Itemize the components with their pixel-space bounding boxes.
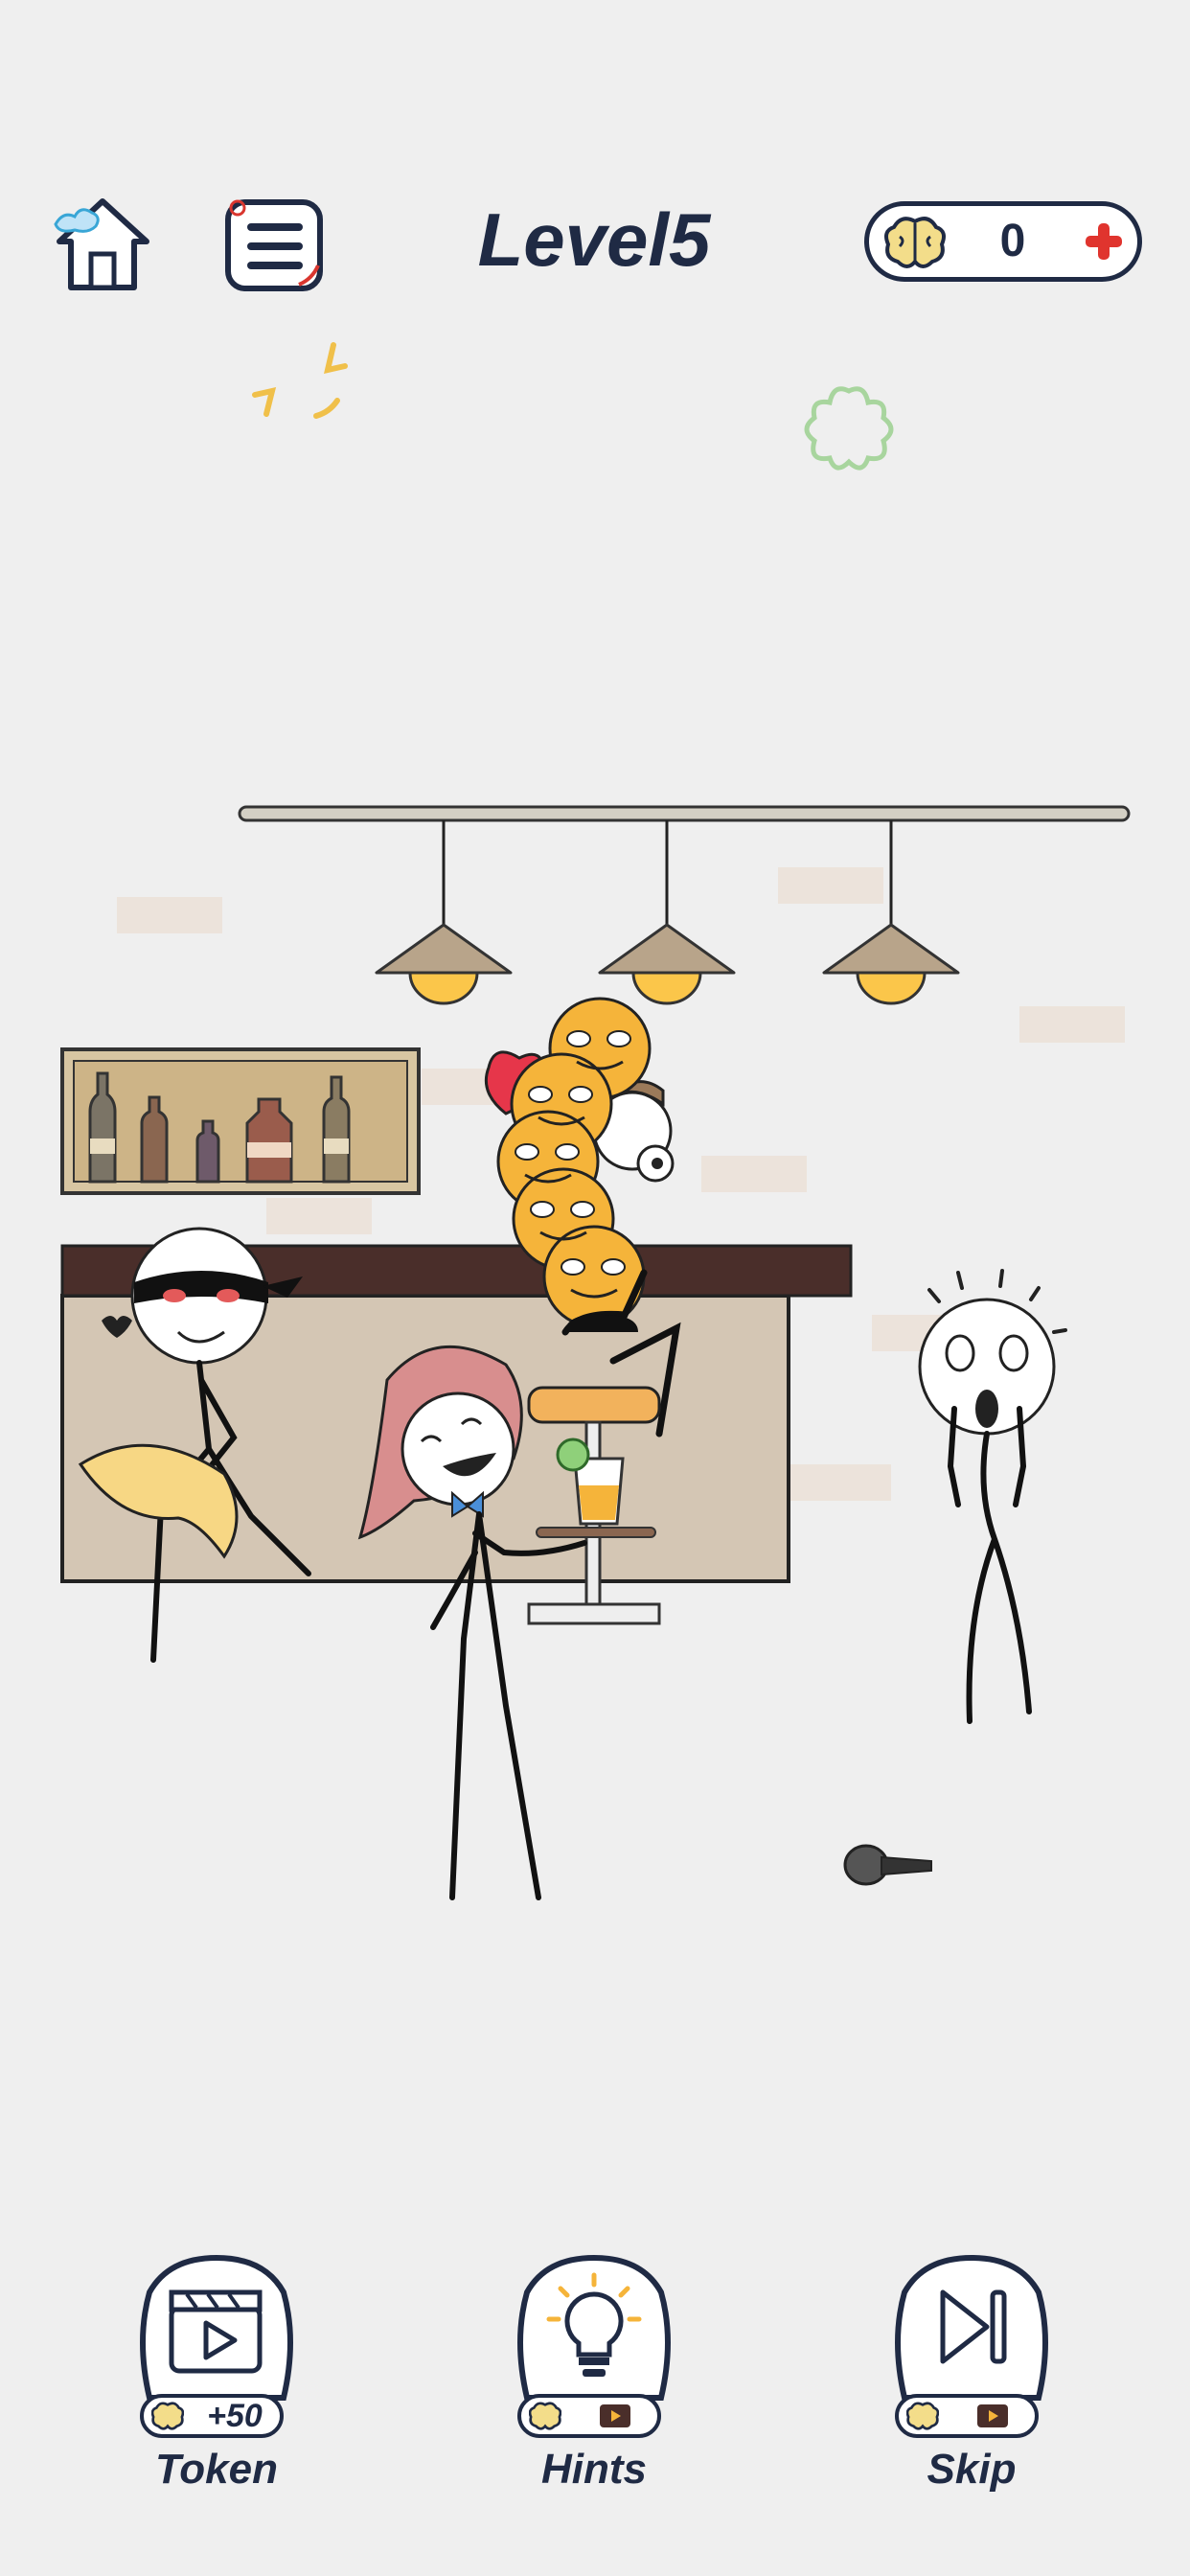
sparkle-doodle: [252, 342, 348, 419]
lamp-shades: [375, 923, 960, 1005]
token-reward-pill: +50: [140, 2394, 284, 2438]
home-button[interactable]: [48, 192, 158, 297]
menu-icon: [225, 199, 323, 291]
skip-button[interactable]: Skip: [885, 2254, 1058, 2493]
microphone: [843, 1844, 932, 1886]
token-counter: 0: [864, 201, 1142, 282]
clover-doodle: [804, 386, 894, 471]
home-icon: [54, 198, 149, 290]
plus-icon[interactable]: [1082, 219, 1126, 264]
lamp-rail: [238, 805, 1131, 822]
brain-icon: [151, 2402, 184, 2430]
token-button-label: Token: [155, 2446, 278, 2493]
menu-button[interactable]: [222, 196, 328, 292]
skip-icon: [940, 2289, 1007, 2364]
game-stage: Level5 0 +50 Token Hints Skip: [0, 0, 1190, 2576]
brain-icon: [884, 217, 946, 268]
hints-button-label: Hints: [541, 2446, 647, 2493]
hints-button[interactable]: Hints: [508, 2254, 680, 2493]
lightbulb-icon: [546, 2272, 642, 2377]
video-ad-icon: [977, 2404, 1008, 2427]
level-title: Level5: [477, 197, 711, 282]
video-ad-icon: [600, 2404, 630, 2427]
video-icon: [169, 2289, 263, 2374]
brain-icon: [529, 2402, 561, 2430]
brain-icon: [906, 2402, 939, 2430]
get-token-button[interactable]: +50 Token: [130, 2254, 303, 2493]
skip-ad-pill: [895, 2394, 1039, 2438]
hints-ad-pill: [517, 2394, 661, 2438]
scared-stickman: [918, 1269, 1067, 1724]
bottle-shelf: [60, 1047, 421, 1195]
token-count: 0: [999, 216, 1026, 266]
token-reward-text: +50: [207, 2398, 263, 2434]
skip-button-label: Skip: [927, 2446, 1017, 2493]
bar-scene: [60, 805, 1131, 1900]
